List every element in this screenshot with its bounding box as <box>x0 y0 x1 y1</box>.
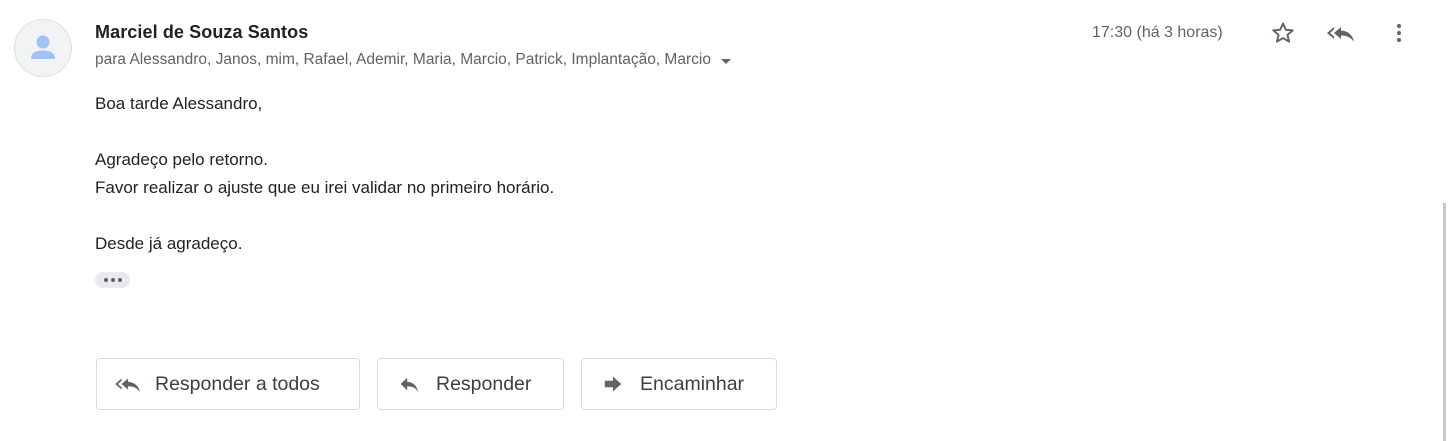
message-timestamp: 17:30 (há 3 horas) <box>1092 24 1223 41</box>
scrollbar[interactable] <box>1443 203 1446 441</box>
star-button[interactable] <box>1265 15 1301 51</box>
body-closing: Desde já agradeço. <box>95 234 243 253</box>
forward-label: Encaminhar <box>640 372 745 395</box>
forward-icon <box>598 372 628 396</box>
reply-icon <box>394 372 424 396</box>
reply-all-button[interactable] <box>1323 15 1359 51</box>
recipients-line: para Alessandro, Janos, mim, Rafael, Ade… <box>95 51 731 69</box>
email-message-view: Marciel de Souza Santos para Alessandro,… <box>0 0 1449 441</box>
reply-all-action-button[interactable]: Responder a todos <box>96 358 360 410</box>
default-avatar-icon <box>31 35 55 59</box>
ellipsis-icon <box>103 278 108 282</box>
caret-down-icon[interactable] <box>720 58 731 64</box>
show-trimmed-content-button[interactable] <box>95 272 130 288</box>
sender-avatar[interactable] <box>14 19 72 77</box>
star-outline-icon <box>1272 22 1294 43</box>
sender-name[interactable]: Marciel de Souza Santos <box>95 22 308 43</box>
reply-label: Responder <box>436 372 532 395</box>
message-body: Boa tarde Alessandro, Agradeço pelo reto… <box>95 90 554 258</box>
more-vert-icon <box>1397 24 1401 42</box>
reply-action-button[interactable]: Responder <box>377 358 564 410</box>
body-line-2: Favor realizar o ajuste que eu irei vali… <box>95 178 555 197</box>
more-options-button[interactable] <box>1381 15 1417 51</box>
body-line-1: Agradeço pelo retorno. <box>95 150 268 169</box>
recipients-text: para Alessandro, Janos, mim, Rafael, Ade… <box>95 51 711 68</box>
forward-action-button[interactable]: Encaminhar <box>581 358 777 410</box>
reply-all-icon <box>1327 27 1354 42</box>
reply-all-icon <box>113 372 143 396</box>
body-greeting: Boa tarde Alessandro, <box>95 94 263 113</box>
reply-all-label: Responder a todos <box>155 372 320 395</box>
